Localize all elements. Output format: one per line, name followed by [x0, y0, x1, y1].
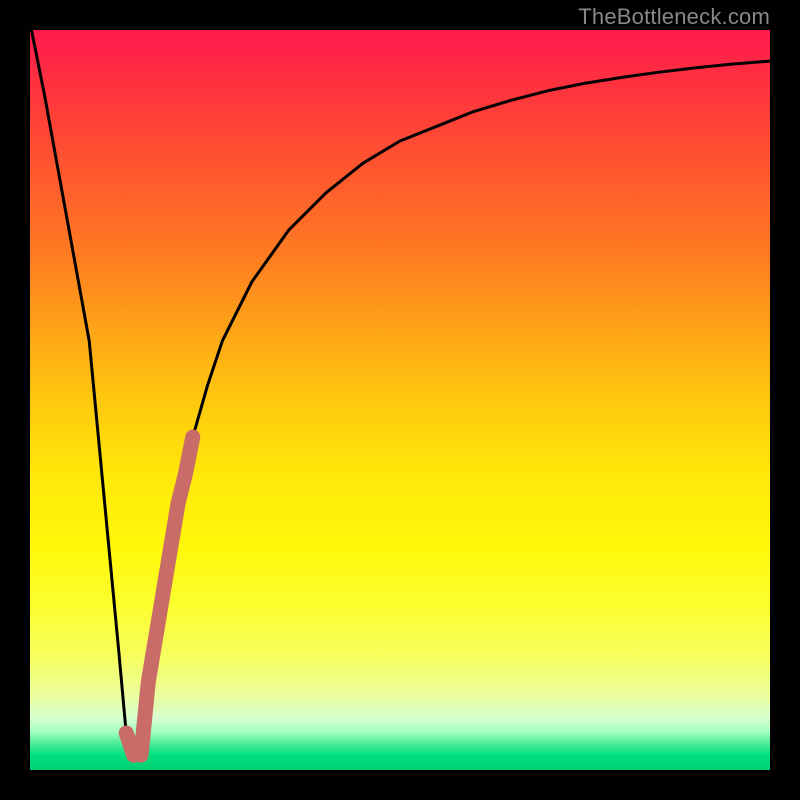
highlight-anchor: [126, 733, 133, 755]
curve-layer: [30, 30, 770, 770]
chart-frame: TheBottleneck.com: [0, 0, 800, 800]
watermark-label: TheBottleneck.com: [578, 4, 770, 30]
highlight-segment: [141, 437, 193, 755]
bottleneck-curve: [30, 30, 770, 755]
plot-area: [30, 30, 770, 770]
